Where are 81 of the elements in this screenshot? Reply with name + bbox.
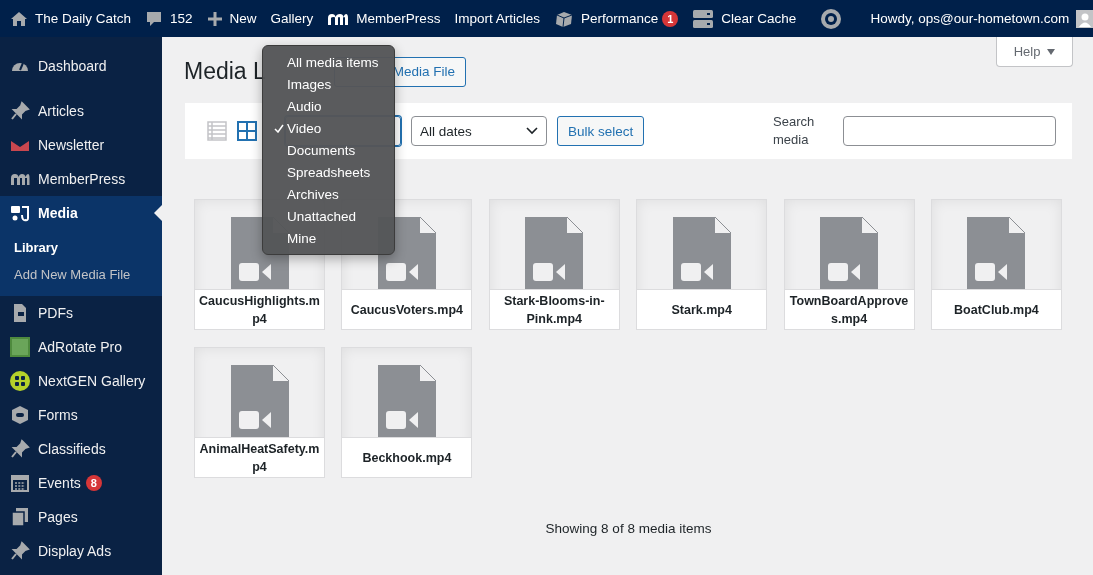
- media-tile[interactable]: Stark-Blooms-in-Pink.mp4: [488, 199, 620, 330]
- toolbar-link[interactable]: Clear Cache: [721, 11, 797, 26]
- submenu-item[interactable]: Add New Media File: [0, 261, 162, 288]
- menu-item[interactable]: Articles: [38, 103, 84, 119]
- toolbar-link[interactable]: Performance: [580, 11, 659, 26]
- media-tile[interactable]: AnimalHeatSafety.mp4: [194, 347, 325, 478]
- help-button[interactable]: Help: [996, 37, 1073, 67]
- count-badge: 1: [662, 10, 679, 27]
- file-name: CaucusHighlights.mp4: [198, 292, 321, 328]
- submenu-item[interactable]: Library: [0, 234, 162, 261]
- menu-item[interactable]: Classifieds: [38, 441, 106, 457]
- result-count: Showing 8 of 8 media items: [545, 521, 712, 536]
- toolbar-link[interactable]: Gallery: [270, 11, 314, 26]
- ad-square-icon: [10, 337, 30, 357]
- file-name: BoatClub.mp4: [953, 301, 1040, 319]
- toolbar-link[interactable]: MemberPress: [356, 11, 441, 26]
- pin-icon: [10, 101, 30, 121]
- menu-option[interactable]: Video: [287, 120, 322, 136]
- file-name: CaucusVoters.mp4: [349, 301, 465, 319]
- toolbar-link[interactable]: 152: [170, 11, 193, 26]
- gear-icon: [820, 7, 843, 30]
- video-file-icon: [967, 217, 1026, 289]
- media-icon: [10, 203, 30, 223]
- toolbar-link[interactable]: Import Articles: [454, 11, 540, 26]
- active-menu-item[interactable]: Media: [0, 196, 162, 230]
- avatar-icon: [1076, 9, 1093, 28]
- menu-option[interactable]: Images: [287, 76, 332, 92]
- list-view-icon[interactable]: [207, 121, 227, 141]
- file-name: Beckhook.mp4: [361, 449, 453, 467]
- pin-icon: [10, 439, 30, 459]
- menu-item[interactable]: Forms: [38, 407, 78, 423]
- menu-item[interactable]: Display Ads: [38, 543, 112, 559]
- media-tile[interactable]: TownBoardApproves.mp4: [783, 199, 915, 330]
- video-file-icon: [525, 217, 584, 289]
- gallery-circle-icon: [10, 371, 30, 391]
- bulk-select-button[interactable]: Bulk select: [557, 116, 645, 146]
- video-file-icon: [672, 217, 731, 289]
- caret-icon: [1047, 48, 1056, 55]
- menu-item[interactable]: NextGEN Gallery: [38, 373, 146, 389]
- chevron-icon: [526, 127, 538, 135]
- menu-option[interactable]: Audio: [287, 98, 322, 114]
- media-tile[interactable]: Stark.mp4: [636, 199, 768, 330]
- file-name: Stark.mp4: [670, 301, 733, 319]
- menu-item[interactable]: Pages: [38, 509, 78, 525]
- date-filter-select[interactable]: All dates: [411, 116, 547, 146]
- calendar-icon: [10, 473, 30, 493]
- file-name: AnimalHeatSafety.mp4: [198, 440, 321, 476]
- toolbar-link[interactable]: The Daily Catch: [35, 11, 132, 26]
- search-field[interactable]: [843, 116, 1056, 146]
- menu-item[interactable]: Events: [38, 475, 81, 491]
- search-label: Search media: [773, 113, 816, 149]
- count-badge: 8: [85, 475, 102, 491]
- form-icon: [10, 405, 30, 425]
- video-file-icon: [230, 365, 289, 437]
- pin-icon: [10, 541, 30, 561]
- comment-icon: [145, 9, 164, 28]
- box-icon: [553, 9, 574, 28]
- menu-option[interactable]: Spreadsheets: [287, 164, 371, 180]
- menu-item[interactable]: AdRotate Pro: [38, 339, 123, 355]
- account-link[interactable]: Howdy, ops@our-hometown.com: [870, 11, 1070, 26]
- media-tile[interactable]: BoatClub.mp4: [930, 199, 1062, 330]
- pages-icon: [10, 507, 30, 527]
- menu-item[interactable]: MemberPress: [38, 171, 126, 187]
- video-file-icon: [377, 365, 436, 437]
- file-name: TownBoardApproves.mp4: [788, 292, 910, 328]
- file-name: Stark-Blooms-in-Pink.mp4: [502, 292, 606, 328]
- server-icon: [692, 8, 715, 29]
- menu-item[interactable]: Media: [38, 205, 78, 221]
- video-file-icon: [820, 217, 879, 289]
- menu-option[interactable]: Mine: [287, 230, 317, 246]
- plus-icon: [206, 10, 223, 27]
- toolbar-link[interactable]: New: [229, 11, 257, 26]
- menu-option[interactable]: Documents: [287, 142, 356, 158]
- home-icon: [10, 9, 28, 28]
- menu-item[interactable]: Dashboard: [38, 58, 107, 74]
- menu-option[interactable]: Archives: [287, 186, 339, 202]
- menu-item[interactable]: Newsletter: [38, 137, 105, 153]
- grid-view-icon[interactable]: [237, 121, 257, 141]
- menu-item[interactable]: PDFs: [38, 305, 73, 321]
- media-tile[interactable]: Beckhook.mp4: [341, 347, 473, 478]
- memberpress-logo-icon: [327, 11, 350, 26]
